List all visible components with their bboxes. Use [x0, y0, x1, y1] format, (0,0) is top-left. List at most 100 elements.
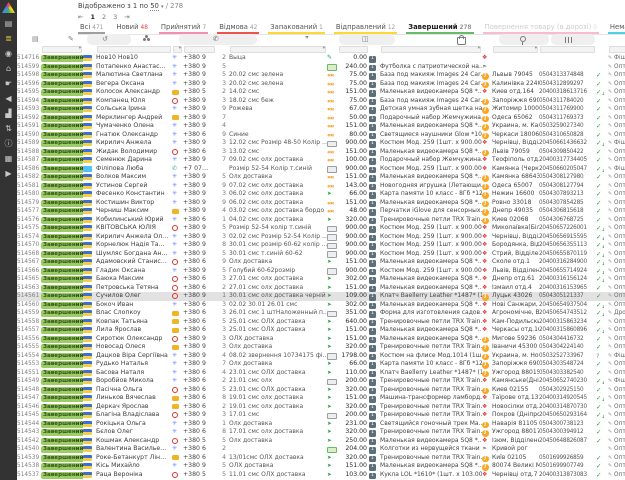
- edit-pencil-icon[interactable]: ✎: [608, 106, 612, 112]
- order-row[interactable]: 514579ЗавершенийКостишин Виктор✳+380 990…: [17, 199, 625, 208]
- edit-pencil-icon[interactable]: ✎: [608, 378, 612, 384]
- tab-Нема в наявності[interactable]: Нема в наявності1: [608, 22, 625, 34]
- column-filter[interactable]: [609, 46, 625, 53]
- basket-icon[interactable]: [457, 37, 466, 45]
- order-row[interactable]: 514580ЗавершенийФесенко Константин✳+380 …: [17, 190, 625, 199]
- edit-pencil-icon[interactable]: ✎: [608, 446, 612, 452]
- order-row[interactable]: 514540ЗавершенийВалентина Василье…✳+380 …: [17, 445, 625, 454]
- last-page-icon[interactable]: ⇥: [124, 13, 129, 21]
- order-row[interactable]: 514593ЗавершенийСольська Ірина✳+380 99Ро…: [17, 105, 625, 114]
- order-row[interactable]: 514570ЗавершенийКорнелюк Надія Та…✳+380 …: [17, 241, 625, 250]
- column-filter[interactable]: [493, 46, 538, 53]
- order-row[interactable]: 514539ЗавершенийРоке-Бетанкурт Лін…+380 …: [17, 454, 625, 463]
- edit-pencil-icon[interactable]: ✎: [608, 327, 612, 333]
- order-row[interactable]: 514590ЗавершенийГнатюк Олександр✳+380 69…: [17, 131, 625, 140]
- edit-pencil-icon[interactable]: ✎: [608, 242, 612, 248]
- order-row[interactable]: 514581ЗавершенийУстинов Сергей✳+380 9907…: [17, 182, 625, 191]
- edit-pencil-icon[interactable]: ✎: [608, 455, 612, 461]
- edit-pencil-icon[interactable]: ✎: [608, 344, 612, 350]
- order-row[interactable]: 514567ЗавершенийАдамовский Станис…+380 6…: [17, 258, 625, 267]
- edit-pencil-icon[interactable]: ✎: [608, 81, 612, 87]
- edit-pencil-icon[interactable]: ✎: [608, 234, 612, 240]
- edit-pencil-icon[interactable]: ✎: [608, 191, 612, 197]
- order-row[interactable]: 514561ЗавершенийСучилов Олег+380 9130.01…: [17, 292, 625, 301]
- tab-Новий[interactable]: Новий48: [114, 22, 150, 34]
- edit-pencil-icon[interactable]: ✎: [608, 302, 612, 308]
- edit-pencil-icon[interactable]: ✎: [608, 412, 612, 418]
- edit-pencil-icon[interactable]: ✎: [608, 225, 612, 231]
- video-icon[interactable]: ▶: [5, 169, 11, 178]
- edit-icon[interactable]: ✎: [68, 35, 74, 44]
- order-row[interactable]: 514716ЗавершенийНов10 Нов10✳+380 92Выца✎…: [17, 54, 625, 63]
- edit-pencil-icon[interactable]: ✎: [608, 429, 612, 435]
- order-row[interactable]: 514559ЗавершенийВлас Слопкоу+380 6326.01…: [17, 309, 625, 318]
- page-number[interactable]: 1: [90, 13, 95, 21]
- order-row[interactable]: 514557ЗавершенийЛила Ярослав+380 6325.01…: [17, 326, 625, 335]
- order-row[interactable]: 514586ЗавершенийФіліпова Люба✆+7 07…Розм…: [17, 165, 625, 174]
- order-row[interactable]: 514595ЗавершенийКолосок Александр+380 52…: [17, 88, 625, 97]
- stats-icon[interactable]: ▟: [5, 109, 11, 118]
- settings-sliders-icon[interactable]: ⇅: [5, 124, 12, 133]
- order-row[interactable]: 514537ЗавершенийРаца Вероніка+380 5511.0…: [17, 471, 625, 480]
- cards-icon[interactable]: ▤: [5, 19, 13, 28]
- edit-pencil-icon[interactable]: ✎: [608, 115, 612, 121]
- column-filter[interactable]: [42, 46, 82, 53]
- edit-pencil-icon[interactable]: ✎: [608, 72, 612, 78]
- column-filter[interactable]: [381, 46, 481, 53]
- edit-pencil-icon[interactable]: ✎: [608, 293, 612, 299]
- column-filter[interactable]: [339, 46, 368, 53]
- phone-icon[interactable]: ✆: [213, 35, 219, 44]
- megaphone-icon[interactable]: ◀: [5, 94, 11, 103]
- status-list-icon[interactable]: ▤: [32, 35, 39, 44]
- order-row[interactable]: 514592ЗавершенийМерклингер Андрей+380 97…: [17, 114, 625, 123]
- order-row[interactable]: 514538ЗавершенийКісь Михайло✳+380 95ОЛХ …: [17, 462, 625, 471]
- edit-pencil-icon[interactable]: ✎: [608, 174, 612, 180]
- order-row[interactable]: 514556ЗавершенийСиротюк Олександр+380 93…: [17, 335, 625, 344]
- order-row[interactable]: 514594ЗавершенийКомпанец Юля+380 9318.02…: [17, 97, 625, 106]
- barcode-icon[interactable]: [565, 37, 574, 43]
- edit-pencil-icon[interactable]: ✎: [608, 285, 612, 291]
- call-redo-icon[interactable]: ↺: [102, 35, 108, 44]
- column-filter[interactable]: [97, 46, 171, 53]
- order-row[interactable]: 514547ЗавершенийЛиньков Вячеслав+380 681…: [17, 394, 625, 403]
- location-icon[interactable]: [520, 36, 526, 42]
- edit-pencil-icon[interactable]: ✎: [608, 55, 612, 61]
- edit-pencil-icon[interactable]: ✎: [608, 336, 612, 342]
- edit-pencil-icon[interactable]: ✎: [608, 319, 612, 325]
- tab-Відправлений[interactable]: Відправлений12: [334, 22, 397, 34]
- column-filter[interactable]: [184, 46, 215, 53]
- edit-pencil-icon[interactable]: ✎: [608, 404, 612, 410]
- column-filter[interactable]: [230, 46, 326, 53]
- order-row[interactable]: 514543ЗавершенийБєлов Олег✳+380 6817.01 …: [17, 428, 625, 437]
- hand-pointer-icon[interactable]: ☛: [5, 79, 12, 88]
- tab-Завершений[interactable]: Завершений278: [406, 22, 473, 34]
- edit-pencil-icon[interactable]: ✎: [608, 395, 612, 401]
- edit-pencil-icon[interactable]: ✎: [608, 166, 612, 172]
- app-logo-icon[interactable]: [2, 2, 15, 13]
- edit-pencil-icon[interactable]: ✎: [608, 98, 612, 104]
- edit-pencil-icon[interactable]: ✎: [608, 276, 612, 282]
- order-row[interactable]: 514555ЗавершенийНовосад Олеся+380 93Олх …: [17, 343, 625, 352]
- edit-pencil-icon[interactable]: ✎: [608, 361, 612, 367]
- first-page-icon[interactable]: ⇤: [78, 13, 83, 21]
- order-row[interactable]: 514591ЗавершенийЧумаченко Олена✳+380 94«…: [17, 122, 625, 131]
- edit-pencil-icon[interactable]: ✎: [608, 387, 612, 393]
- edit-pencil-icon[interactable]: ✎: [608, 421, 612, 427]
- edit-pencil-icon[interactable]: ✎: [608, 472, 612, 478]
- order-row[interactable]: 514558ЗавершенийКовпак Татьяна+380 6525.…: [17, 318, 625, 327]
- per-page-dropdown[interactable]: 50: [150, 2, 159, 11]
- package-icon[interactable]: ▦: [5, 154, 13, 163]
- order-row[interactable]: 514574ЗавершенийКирилич Анжела Ол…✳+380 …: [17, 233, 625, 242]
- tab-Відмова[interactable]: Відмова42: [217, 22, 259, 34]
- order-row[interactable]: 514577ЗавершенийЧерниш Максим+380 9403.0…: [17, 207, 625, 216]
- order-row[interactable]: 514551ЗавершенийБасова Наталя✳+380 6423.…: [17, 369, 625, 378]
- order-row[interactable]: 514582ЗавершенийВолков Максим✳+380 95Олх…: [17, 173, 625, 182]
- order-row[interactable]: 514589ЗавершенийКирилич Анжела✳+380 9312…: [17, 139, 625, 148]
- order-row[interactable]: 514563ЗавершенийПетровська Тетяна+380 62…: [17, 284, 625, 293]
- order-row[interactable]: 514565ЗавершенийБаюка Максим+380 6327.01…: [17, 275, 625, 284]
- bank-icon[interactable]: ⌂: [6, 64, 11, 73]
- order-row[interactable]: 514587ЗавершенийСеменюк Дарина✳+380 9709…: [17, 156, 625, 165]
- customers-icon[interactable]: [143, 38, 146, 41]
- edit-pencil-icon[interactable]: ✎: [608, 463, 612, 469]
- edit-pencil-icon[interactable]: ✎: [608, 89, 612, 95]
